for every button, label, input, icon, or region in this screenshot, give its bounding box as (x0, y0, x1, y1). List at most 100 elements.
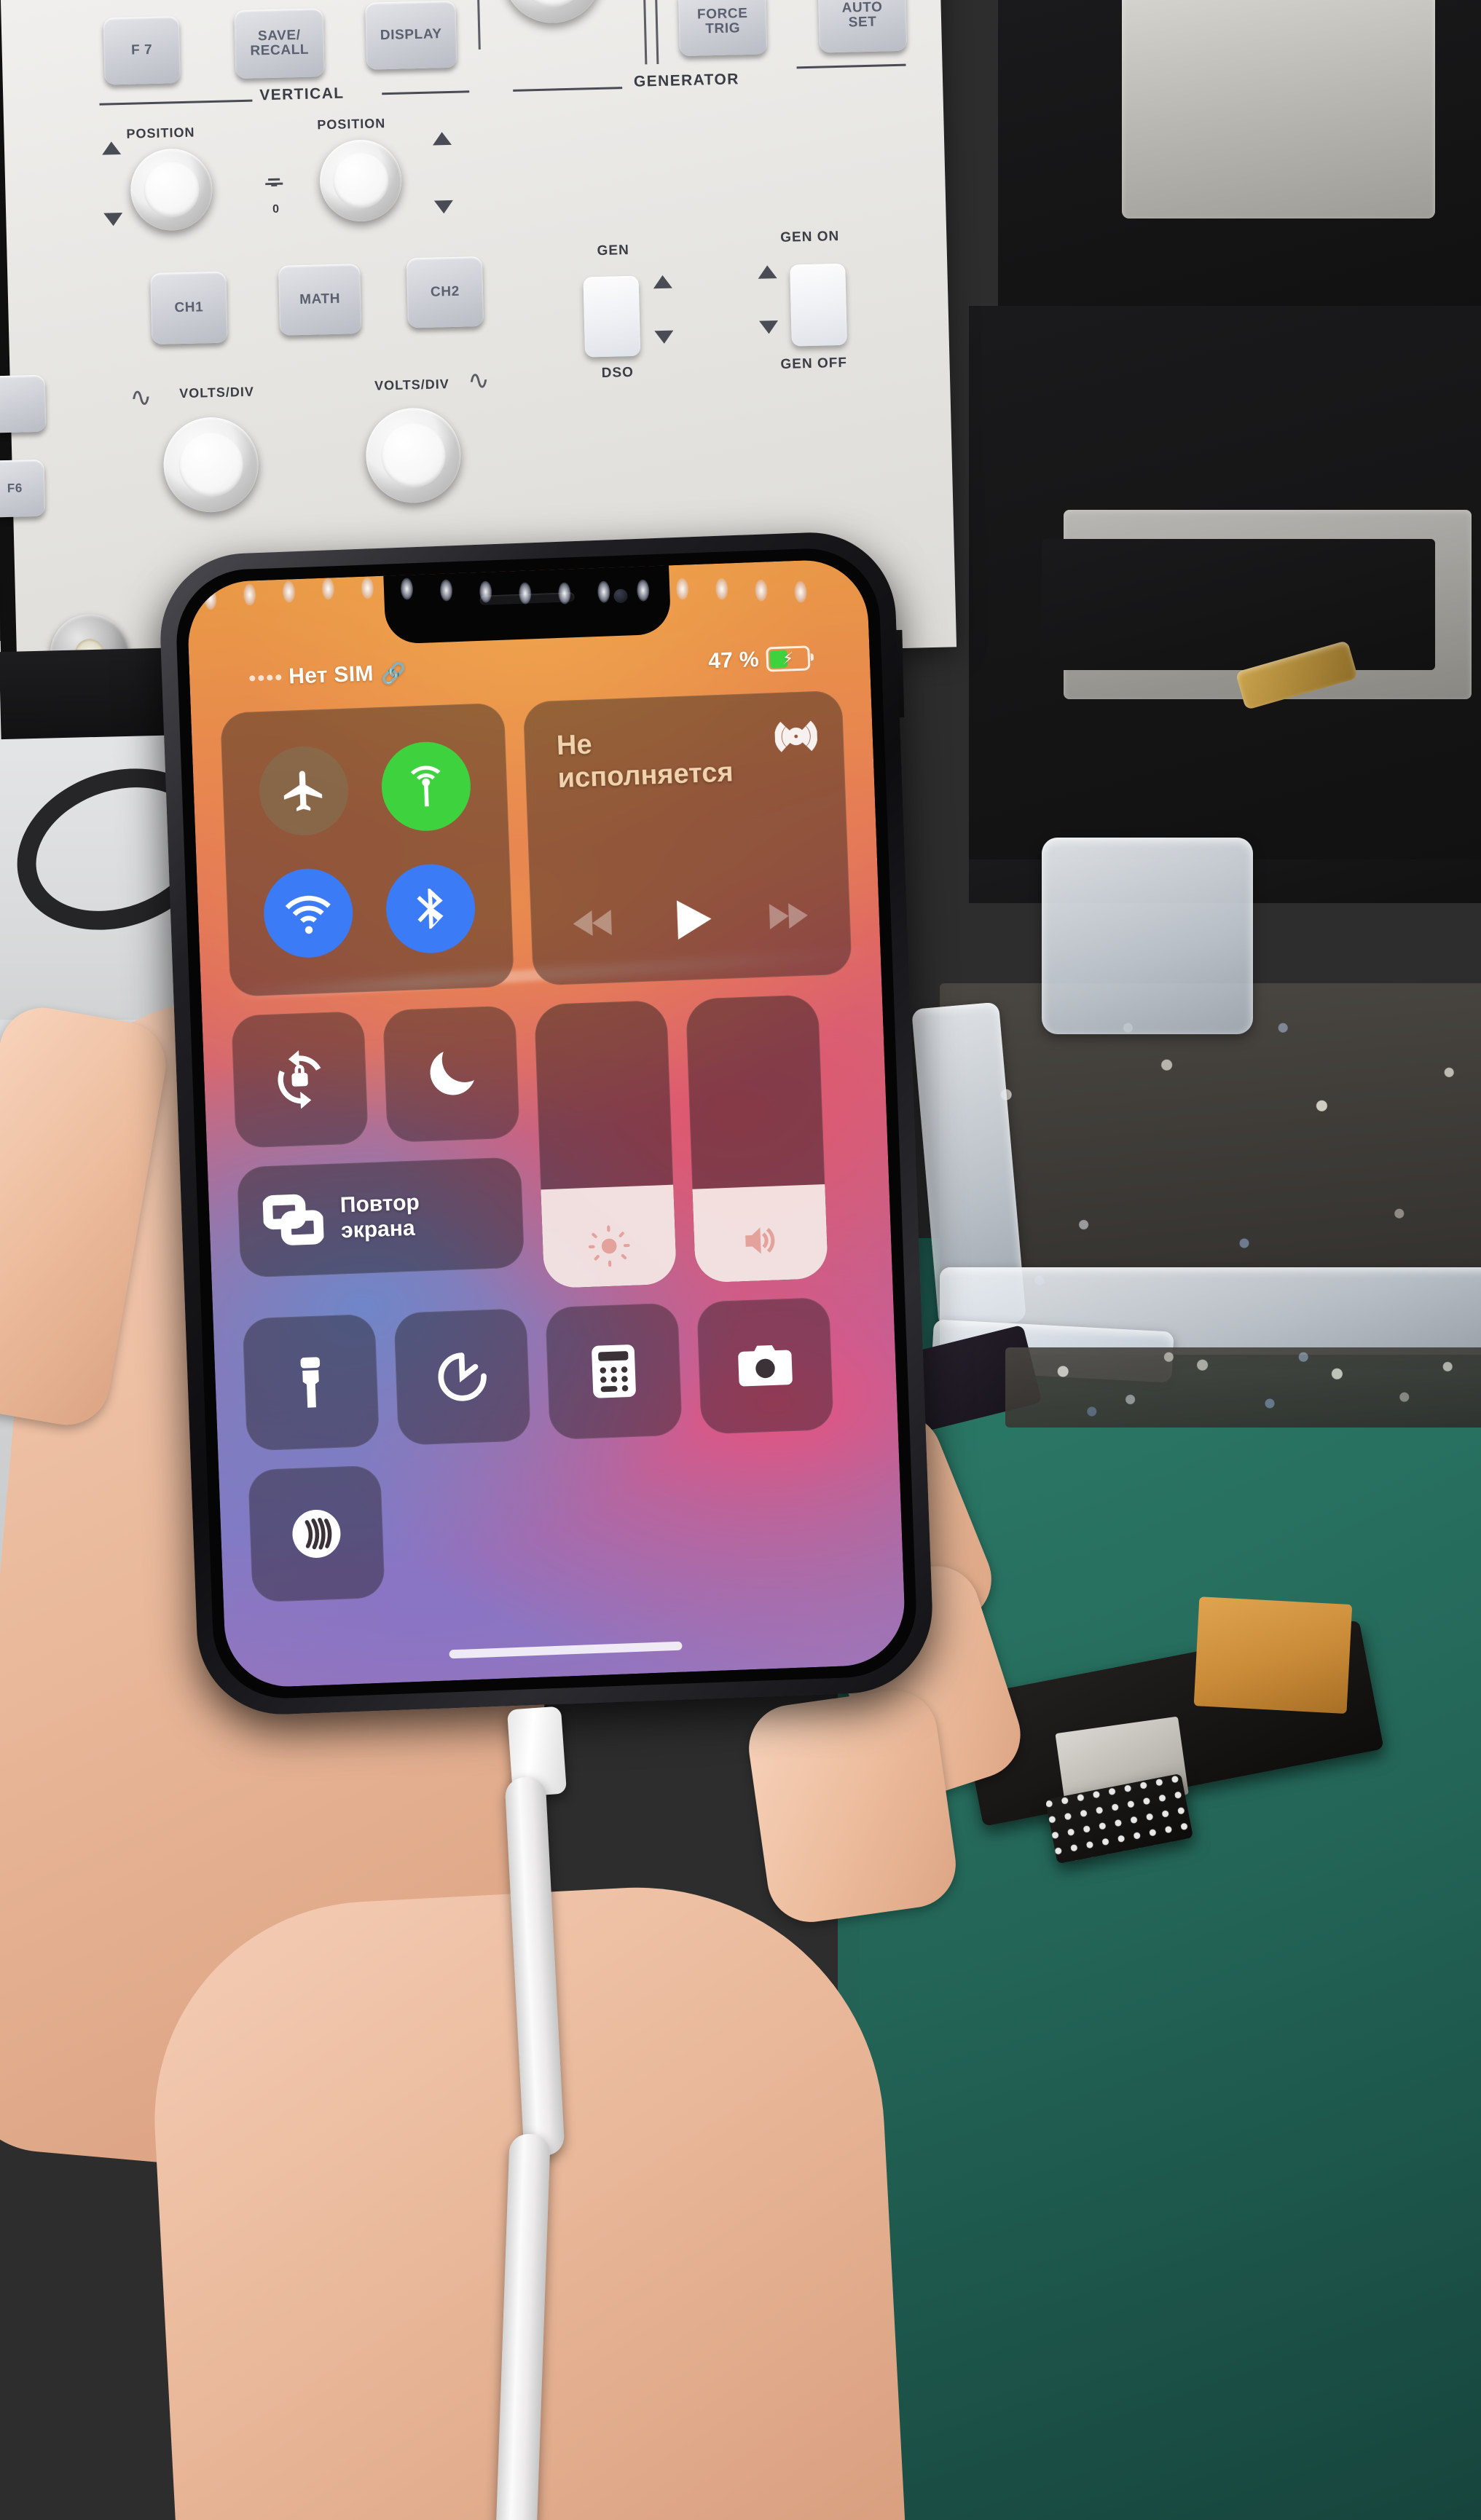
flashlight-shortcut[interactable] (242, 1313, 380, 1452)
ground-symbol-icon (262, 172, 286, 195)
scope-button-label: F6 (7, 481, 23, 496)
scene-root: MENU SINGLE SEQ F 7 SAVE/ RECALL DISPLAY… (0, 0, 1481, 2520)
volume-icon (737, 1217, 784, 1264)
bluetooth-toggle[interactable] (384, 862, 477, 955)
scope-volts-div-knob-ch1[interactable] (162, 416, 260, 513)
knob-label-volts-div-1: VOLTS/DIV (179, 384, 255, 401)
screws-tray-secondary (1005, 1347, 1481, 1428)
screen-mirroring-tile[interactable]: Повтор экрана (236, 1157, 525, 1278)
generator-rule-left (513, 87, 623, 92)
carrier-label: Нет SIM (288, 661, 374, 689)
iphone-device: Нет SIM 🔗 47 % ⚡ Не исполняется Повтор э… (157, 529, 935, 1717)
cellular-icon (410, 765, 441, 807)
knob-cap (178, 431, 244, 498)
scope-position-knob-ch2[interactable] (318, 138, 403, 223)
phone-screen[interactable]: Нет SIM 🔗 47 % ⚡ Не исполняется Повтор э… (186, 558, 907, 1689)
brightness-slider[interactable] (534, 999, 677, 1289)
airplane-icon (283, 771, 323, 811)
control-center-row-3 (242, 1296, 869, 1452)
battery-icon: ⚡ (766, 645, 811, 672)
status-bar-left: Нет SIM 🔗 (249, 661, 407, 691)
scope-button-label: DISPLAY (380, 26, 442, 44)
scope-button-ch1[interactable]: CH1 (150, 271, 228, 345)
timer-icon (438, 1352, 487, 1401)
scope-button-label: SAVE/ RECALL (250, 28, 310, 59)
scope-button-label: MATH (299, 291, 341, 308)
scope-button-label: CH1 (174, 299, 204, 316)
knob-label-position-2: POSITION (317, 116, 386, 133)
earpiece-speaker (479, 592, 575, 605)
knob-cap (143, 161, 200, 218)
rotation-lock-icon (278, 1050, 321, 1109)
cellular-data-toggle[interactable] (380, 740, 473, 832)
play-icon (676, 900, 712, 940)
control-center: Не исполняется Повтор экрана (191, 689, 904, 1622)
home-indicator[interactable] (449, 1641, 683, 1659)
scope-button-math[interactable]: MATH (278, 264, 362, 336)
knob-label-position-1: POSITION (126, 125, 195, 141)
camera-shortcut[interactable] (696, 1296, 834, 1435)
hearing-icon (292, 1509, 341, 1558)
flashlight-icon (300, 1357, 321, 1408)
calculator-shortcut[interactable] (545, 1302, 683, 1441)
moon-icon (430, 1051, 474, 1095)
sine-wave-icon-2: ∿ (467, 364, 490, 395)
scope-generator-knob[interactable] (501, 0, 603, 25)
position-arrow-up-2 (432, 131, 452, 146)
scope-button-auto-set[interactable]: AUTO SET (817, 0, 908, 53)
airplay-icon[interactable] (774, 714, 818, 758)
hearing-shortcut[interactable] (248, 1465, 385, 1603)
position-arrow-down-2 (433, 200, 454, 214)
scope-button-f6[interactable]: F6 (0, 459, 46, 518)
scope-button-display[interactable]: DISPLAY (365, 0, 457, 70)
screen-mirroring-label: Повтор экрана (339, 1190, 420, 1243)
now-playing-title: Не исполняется (556, 729, 734, 794)
scope-switch-gen-dso[interactable] (583, 275, 641, 358)
vertical-rule-right (382, 90, 470, 95)
wifi-toggle[interactable] (262, 867, 355, 959)
timer-shortcut[interactable] (393, 1308, 531, 1446)
control-center-row-4 (248, 1447, 874, 1603)
scope-volts-div-knob-ch2[interactable] (364, 406, 462, 504)
scope-button-label: FORCE TRIG (696, 6, 748, 37)
scope-button-label: AUTO SET (841, 0, 883, 31)
connectivity-module[interactable] (220, 702, 515, 997)
knob-cap (332, 151, 390, 210)
scope-button-save-recall[interactable]: SAVE/ RECALL (234, 8, 325, 79)
scope-button-ch2[interactable]: CH2 (406, 256, 484, 328)
calculator-icon (592, 1344, 636, 1398)
do-not-disturb-toggle[interactable] (382, 1005, 520, 1143)
scope-button-force-trig[interactable]: FORCE TRIG (677, 0, 768, 57)
battery-percent-label: 47 % (707, 647, 760, 674)
phone-notch (383, 564, 672, 645)
scope-switch-gen-on-off[interactable] (790, 263, 847, 347)
scope-position-knob-ch1[interactable] (130, 147, 213, 232)
scope-button-f7[interactable]: F 7 (103, 16, 181, 85)
scope-button-label: CH2 (430, 283, 460, 300)
generator-rule-right (796, 63, 906, 69)
scope-button-f5[interactable] (0, 374, 47, 433)
switch-label-gen-off: GEN OFF (780, 355, 848, 372)
now-playing-module[interactable]: Не исполняется (522, 690, 852, 986)
volume-slider[interactable] (685, 994, 829, 1283)
position-arrow-down-1 (103, 212, 123, 227)
phone-bezel: Нет SIM 🔗 47 % ⚡ Не исполняется Повтор э… (173, 546, 919, 1701)
scope-button-label: F 7 (130, 42, 153, 58)
forward-icon (769, 903, 808, 930)
genon-arrow-up (758, 265, 777, 279)
wifi-icon (285, 895, 331, 934)
signal-strength-icon (249, 674, 282, 682)
finger-ring (743, 1685, 962, 1928)
position-arrow-up-1 (101, 141, 122, 155)
rewind-icon (573, 910, 612, 936)
control-center-row-1: Не исполняется (220, 690, 852, 997)
airplane-mode-toggle[interactable] (257, 744, 350, 838)
metal-tin-box (1122, 0, 1435, 218)
dark-cavity (1042, 539, 1435, 670)
bluetooth-icon (417, 889, 444, 929)
sine-wave-icon-1: ∿ (129, 382, 153, 412)
rotation-lock-toggle[interactable] (231, 1011, 369, 1149)
front-camera (613, 588, 628, 604)
control-center-row-2: Повтор экрана (231, 993, 863, 1299)
camera-icon (738, 1344, 793, 1387)
